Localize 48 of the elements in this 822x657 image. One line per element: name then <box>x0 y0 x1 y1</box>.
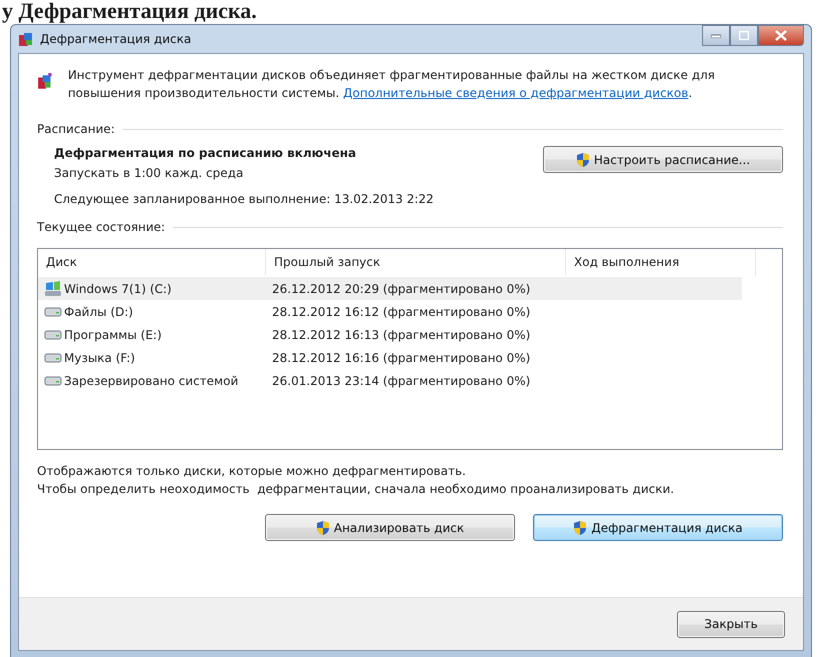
disk-name: Музыка (F:) <box>64 350 136 364</box>
disk-name: Файлы (D:) <box>64 304 134 318</box>
page-heading: у Дефрагментация диска. <box>1 0 258 22</box>
configure-schedule-button[interactable]: Настроить расписание... <box>543 146 783 173</box>
section-heading: Текущее состояние: <box>37 220 166 234</box>
system-drive-icon <box>44 280 62 296</box>
last-run-cell-text: 26.12.2012 20:29 (фрагментировано 0%) <box>271 282 532 296</box>
disk-row[interactable]: Зарезервировано системой 26.01.2013 23:14 (фрагментировано 0%) <box>38 369 742 392</box>
action-button[interactable]: Анализировать диск <box>265 514 515 541</box>
last-run-cell-text: 28.12.2012 16:12 (фрагментировано 0%) <box>271 304 532 318</box>
next-run-text: Следующее запланированное выполнение: 13.02.2013 2:22 <box>54 192 434 206</box>
column-header[interactable]: Прошлый запуск <box>266 249 566 275</box>
disk-name: Программы (E:) <box>64 328 162 342</box>
intro-text: Инструмент дефрагментации дисков объединяет фрагментированные файлы на жестком диске для повышения производительности системы. Дополнительные сведения о дефрагментации дисков. <box>68 67 716 102</box>
last-run-cell-text: 28.12.2012 16:13 (фрагментировано 0%) <box>271 328 532 342</box>
action-button[interactable]: Дефрагментация диска <box>533 514 783 541</box>
column-header[interactable]: Ход выполнения <box>566 249 756 275</box>
drive-icon <box>44 330 62 340</box>
drive-icon <box>44 376 62 386</box>
note-text: Чтобы определить неоходимость дефрагментации, сначала необходимо проанализировать диски. <box>37 482 676 496</box>
window-title: Дефрагментация диска <box>40 32 192 46</box>
last-run-cell-text: 28.12.2012 16:16 (фрагментировано 0%) <box>271 350 532 364</box>
shield-icon <box>576 152 590 168</box>
disk-row[interactable]: Windows 7(1) (C:) 26.12.2012 20:29 (фрагментировано 0%) <box>38 277 742 300</box>
last-run-cell-text: 26.01.2013 23:14 (фрагментировано 0%) <box>271 374 532 388</box>
maximize-icon <box>739 31 749 40</box>
disk-name: Windows 7(1) (C:) <box>64 282 172 296</box>
drive-icon <box>44 352 62 362</box>
maximize-button[interactable] <box>730 25 758 46</box>
section-heading: Расписание: <box>37 122 115 136</box>
disk-row[interactable]: Музыка (F:) 28.12.2012 16:16 (фрагментировано 0%) <box>38 346 742 369</box>
schedule-status: Дефрагментация по расписанию включена <box>54 146 358 160</box>
drive-icon <box>44 306 62 316</box>
close-button[interactable] <box>758 25 804 46</box>
app-icon <box>18 31 34 47</box>
close-dialog-button[interactable]: Закрыть <box>677 610 785 638</box>
column-header[interactable]: Диск <box>38 249 266 275</box>
shield-icon <box>316 520 330 536</box>
schedule-run-time: Запускать в 1:00 кажд. среда <box>54 166 244 180</box>
disk-row[interactable]: Программы (E:) 28.12.2012 16:13 (фрагментировано 0%) <box>38 323 742 346</box>
note-text: Отображаются только диски, которые можно дефрагментировать. <box>37 464 467 478</box>
shield-icon <box>573 520 588 536</box>
close-icon <box>775 30 787 41</box>
disk-name: Зарезервировано системой <box>64 374 238 388</box>
more-info-link[interactable]: Дополнительные сведения о дефрагментации дисков <box>343 86 688 100</box>
minimize-icon <box>711 34 721 38</box>
minimize-button[interactable] <box>702 25 730 46</box>
disk-row[interactable]: Файлы (D:) 28.12.2012 16:12 (фрагментировано 0%) <box>38 300 742 323</box>
